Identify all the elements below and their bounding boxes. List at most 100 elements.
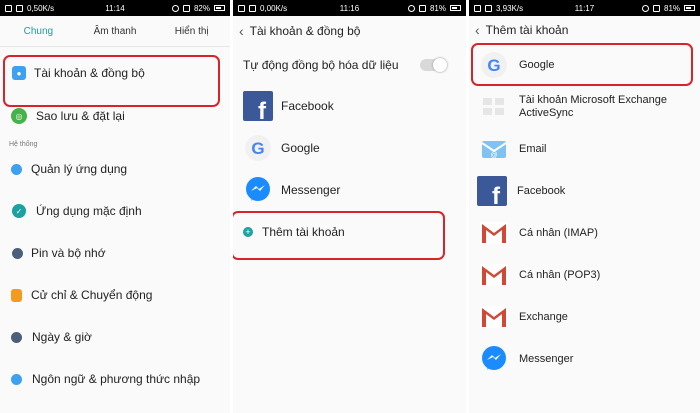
auto-sync-row[interactable]: Tự động đồng bộ hóa dữ liệu	[233, 45, 466, 85]
battery-memory-icon	[12, 247, 23, 259]
alarm-icon	[407, 4, 415, 12]
svg-text:f: f	[492, 183, 501, 206]
gesture-icon	[11, 288, 22, 302]
status-bar: 0,50K/s 11:14 82%	[0, 0, 230, 16]
gmail-icon	[479, 302, 509, 332]
clock-time: 11:14	[105, 3, 125, 13]
account-label: Messenger	[281, 183, 341, 197]
backup-icon: ◎	[11, 108, 27, 124]
account-label: Facebook	[281, 99, 334, 113]
screen-header: ‹ Thêm tài khoản	[469, 16, 700, 44]
svg-text:f: f	[258, 98, 267, 121]
notification-icon	[485, 4, 492, 12]
provider-item-exchange-activesync[interactable]: Tài khoản Microsoft Exchange ActiveSync	[469, 86, 700, 128]
provider-item-email[interactable]: @ Email	[469, 128, 700, 170]
add-account-screen: 3,93K/s 11:17 81% ‹ Thêm tài khoản G Goo…	[469, 0, 700, 413]
account-label: Google	[281, 141, 320, 155]
settings-item-label: Cử chỉ & Chuyển động	[31, 288, 153, 302]
provider-label: Tài khoản Microsoft Exchange ActiveSync	[519, 94, 667, 119]
signal-icon	[653, 4, 660, 12]
settings-item-label: Sao lưu & đặt lại	[36, 109, 125, 123]
provider-item-exchange[interactable]: Exchange	[469, 296, 700, 338]
provider-item-messenger[interactable]: Messenger	[469, 338, 700, 380]
settings-item-default-apps[interactable]: ✓ Ứng dụng mặc định	[0, 190, 230, 232]
gmail-icon	[479, 260, 509, 290]
notification-icon	[16, 4, 23, 12]
settings-item-date-time[interactable]: Ngày & giờ	[0, 316, 230, 358]
exchange-icon	[479, 92, 509, 122]
status-bar: 0,00K/s 11:16 81%	[233, 0, 466, 16]
settings-item-language[interactable]: Ngôn ngữ & phương thức nhập	[0, 358, 230, 400]
account-item-google[interactable]: G Google	[233, 127, 466, 169]
highlight-box	[233, 211, 445, 260]
provider-label: Facebook	[517, 185, 566, 197]
google-icon: G	[243, 133, 273, 163]
settings-tabs: Chung Âm thanh Hiển thị	[0, 16, 230, 47]
account-item-messenger[interactable]: Messenger	[233, 169, 466, 211]
battery-percent: 82%	[193, 3, 210, 13]
network-speed: 0,50K/s	[27, 3, 55, 13]
auto-sync-toggle[interactable]	[420, 58, 447, 72]
battery-icon	[684, 5, 696, 11]
tab-sound[interactable]: Âm thanh	[77, 26, 154, 37]
provider-item-facebook[interactable]: f Facebook	[469, 170, 700, 212]
settings-item-label: Quản lý ứng dụng	[31, 162, 128, 176]
clock-time: 11:16	[339, 3, 360, 13]
notification-icon	[474, 4, 481, 12]
highlight-box	[471, 43, 693, 86]
settings-item-battery-memory[interactable]: Pin và bộ nhớ	[0, 232, 230, 274]
notification-icon	[249, 4, 256, 12]
settings-item-app-manager[interactable]: Quản lý ứng dụng	[0, 148, 230, 190]
provider-item-imap[interactable]: Cá nhân (IMAP)	[469, 212, 700, 254]
settings-item-gesture[interactable]: Cử chỉ & Chuyển động	[0, 274, 230, 316]
back-arrow-icon[interactable]: ‹	[475, 22, 480, 38]
auto-sync-label: Tự động đồng bộ hóa dữ liệu	[243, 58, 399, 72]
tab-general[interactable]: Chung	[0, 26, 77, 37]
svg-text:@: @	[490, 152, 497, 159]
tab-display[interactable]: Hiển thị	[153, 26, 230, 37]
svg-text:G: G	[251, 139, 264, 158]
battery-icon	[213, 5, 225, 11]
signal-icon	[182, 4, 190, 12]
provider-label: Email	[519, 143, 547, 155]
notification-icon	[238, 4, 245, 12]
facebook-icon: f	[477, 176, 507, 206]
facebook-icon: f	[243, 91, 273, 121]
alarm-icon	[642, 4, 649, 12]
network-speed: 0,00K/s	[260, 3, 288, 13]
language-icon	[11, 373, 22, 385]
email-icon: @	[479, 134, 509, 164]
provider-item-pop3[interactable]: Cá nhân (POP3)	[469, 254, 700, 296]
clock-icon	[11, 331, 22, 343]
gmail-icon	[479, 218, 509, 248]
app-manager-icon	[11, 163, 22, 175]
battery-icon	[449, 5, 461, 11]
clock-time: 11:17	[574, 3, 595, 13]
account-item-facebook[interactable]: f Facebook	[233, 85, 466, 127]
page-title: Tài khoản & đồng bộ	[249, 23, 361, 38]
section-header-system: Hệ thống	[9, 141, 38, 148]
alarm-icon	[171, 4, 179, 12]
highlight-box	[3, 55, 220, 107]
page-title: Thêm tài khoản	[485, 23, 569, 37]
provider-label: Exchange	[519, 311, 568, 323]
provider-label: Messenger	[519, 353, 574, 365]
provider-label: Cá nhân (POP3)	[519, 269, 601, 281]
notification-icon	[5, 4, 12, 12]
provider-label: Cá nhân (IMAP)	[519, 227, 598, 239]
battery-percent: 81%	[664, 3, 681, 13]
back-arrow-icon[interactable]: ‹	[239, 23, 244, 39]
settings-general-screen: 0,50K/s 11:14 82% Chung Âm thanh Hiển th…	[0, 0, 230, 413]
settings-item-label: Ứng dụng mặc định	[36, 204, 142, 218]
screen-header: ‹ Tài khoản & đồng bộ	[233, 16, 466, 45]
messenger-icon	[479, 344, 509, 374]
settings-item-label: Pin và bộ nhớ	[31, 246, 106, 260]
network-speed: 3,93K/s	[496, 3, 524, 13]
account-sync-screen: 0,00K/s 11:16 81% ‹ Tài khoản & đồng bộ …	[233, 0, 466, 413]
default-apps-icon: ✓	[12, 204, 26, 218]
messenger-icon	[243, 175, 273, 205]
status-bar: 3,93K/s 11:17 81%	[469, 0, 700, 16]
settings-item-label: Ngôn ngữ & phương thức nhập	[32, 372, 201, 386]
settings-item-label: Ngày & giờ	[32, 330, 92, 344]
battery-percent: 81%	[429, 3, 446, 13]
